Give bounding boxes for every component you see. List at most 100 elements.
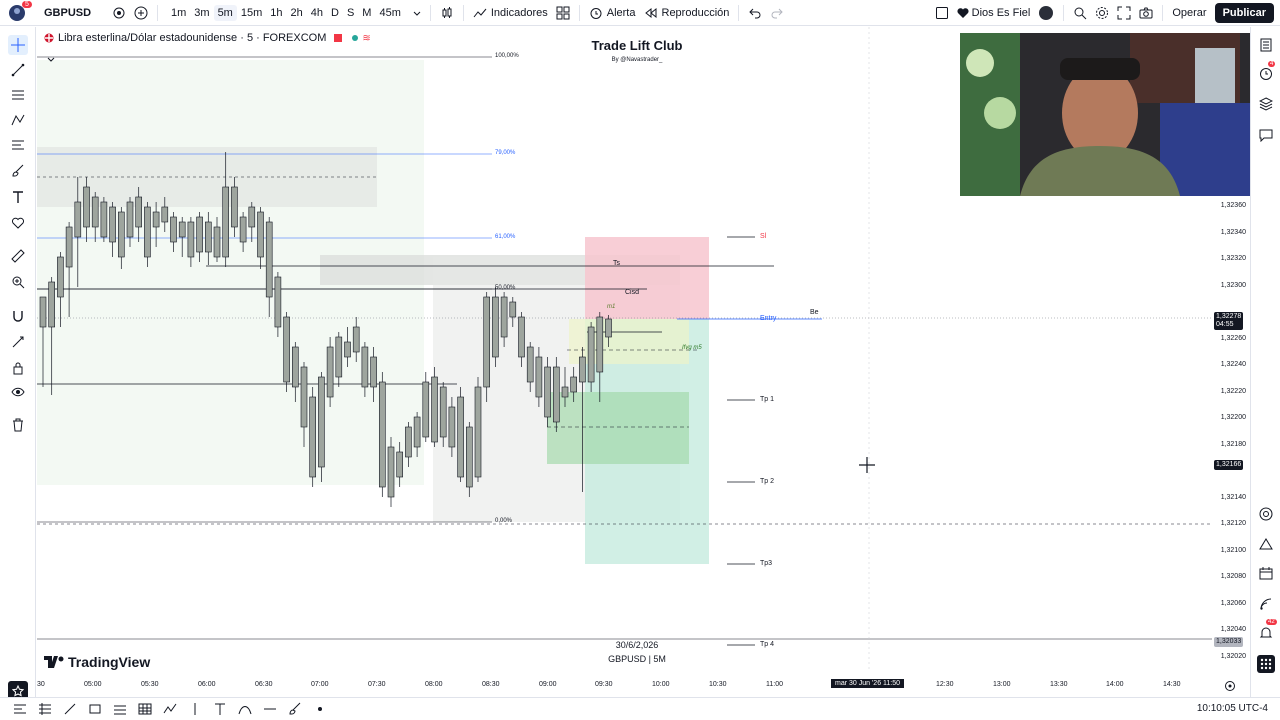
stay-drawing-icon[interactable]: [8, 332, 28, 352]
interval-2h[interactable]: 2h: [287, 5, 307, 21]
add-symbol-icon[interactable]: [130, 0, 152, 26]
vertical-line-icon[interactable]: [187, 702, 203, 719]
curve-icon[interactable]: [237, 702, 253, 719]
crosshair-tool-icon[interactable]: [8, 35, 28, 55]
price-scale[interactable]: 1,32360 1,32340 1,32320 1,32300 1,32260 1,322…: [1212, 27, 1250, 672]
time-axis-settings-icon[interactable]: [1224, 679, 1236, 697]
replay-button[interactable]: Reproducción: [640, 0, 734, 26]
text-icon[interactable]: [212, 702, 228, 719]
brush-tool-icon[interactable]: [8, 161, 28, 181]
fib-level-label: 50,00%: [495, 285, 516, 291]
interval-D[interactable]: D: [327, 5, 343, 21]
flag-icon: [44, 33, 54, 43]
fib-channel-icon[interactable]: [37, 702, 53, 719]
ts-label: Ts: [613, 260, 620, 267]
horizontal-line-icon[interactable]: [262, 702, 278, 719]
text-tool-icon[interactable]: [8, 187, 28, 207]
heart-icon[interactable]: [8, 213, 28, 233]
candle-body: [596, 316, 604, 373]
fullscreen-icon[interactable]: [1113, 0, 1135, 26]
interval-S[interactable]: S: [343, 5, 358, 21]
candle-body: [378, 381, 386, 488]
chart-legend[interactable]: Libra esterlina/Dólar estadounidense · 5…: [44, 32, 371, 44]
tp1-label: Tp 1: [760, 396, 775, 403]
entry-label: Entry: [760, 315, 777, 322]
symbol-search[interactable]: GBPUSD: [40, 0, 108, 26]
clock-display[interactable]: 10:10:05 UTC-4: [1197, 703, 1268, 714]
market-status-icon: [334, 34, 343, 42]
time-tick-label: 13:30: [1050, 681, 1068, 688]
watchlist-icon[interactable]: [108, 0, 130, 26]
chat-icon[interactable]: [1257, 126, 1275, 144]
rectangle-icon[interactable]: [87, 702, 103, 719]
parallel-lines-icon[interactable]: [112, 702, 128, 719]
candle-body: [561, 386, 569, 398]
interval-dropdown-icon[interactable]: [409, 0, 425, 26]
layers-icon[interactable]: [1257, 95, 1275, 113]
long-short-icon[interactable]: [12, 702, 28, 719]
target-icon[interactable]: [1257, 505, 1275, 523]
interval-M[interactable]: M: [358, 5, 375, 21]
legend-title: Libra esterlina/Dólar estadounidense · 5…: [58, 32, 327, 44]
fib-tool-icon[interactable]: [8, 85, 28, 105]
broadcast-icon[interactable]: [1257, 595, 1275, 613]
alarm-clock-icon: [590, 7, 602, 19]
legend-collapse-icon[interactable]: [47, 50, 55, 68]
interval-1h[interactable]: 1h: [266, 5, 286, 21]
line-icon[interactable]: [62, 702, 78, 719]
avatar[interactable]: 5: [0, 0, 32, 26]
candle-body: [370, 356, 377, 388]
lock-icon[interactable]: [8, 358, 28, 378]
path-icon[interactable]: [162, 702, 178, 719]
zoom-in-icon[interactable]: [8, 272, 28, 292]
interval-5m[interactable]: 5m: [213, 4, 237, 21]
eye-icon[interactable]: [8, 382, 28, 402]
watchlist-icon[interactable]: [1257, 36, 1275, 54]
right-toolbar: 4 42: [1250, 27, 1280, 697]
trendline-tool-icon[interactable]: [8, 60, 28, 80]
interval-15m[interactable]: 15m: [237, 5, 266, 21]
redo-icon[interactable]: [766, 0, 788, 26]
pattern-tool-icon[interactable]: [8, 110, 28, 130]
search-icon[interactable]: [1069, 0, 1091, 26]
trade-button[interactable]: Operar: [1168, 0, 1210, 26]
forecast-tool-icon[interactable]: [8, 135, 28, 155]
brush-icon[interactable]: [287, 702, 303, 719]
time-axis[interactable]: 30 05:00 05:30 06:00 06:30 07:00 07:30 08:00 08:…: [37, 676, 1212, 694]
interval-1m[interactable]: 1m: [167, 5, 190, 21]
undo-icon[interactable]: [744, 0, 766, 26]
candle-body: [48, 281, 55, 328]
entry-fvg-zone: [569, 319, 689, 364]
table-icon[interactable]: [137, 702, 153, 719]
trash-icon[interactable]: [8, 415, 28, 435]
color-dot-icon[interactable]: [1034, 0, 1058, 26]
layout-checkbox-icon[interactable]: [931, 0, 953, 26]
apps-grid-icon[interactable]: [1257, 655, 1275, 673]
indicators-button[interactable]: Indicadores: [469, 0, 552, 26]
interval-3m[interactable]: 3m: [190, 5, 213, 21]
layout-name-button[interactable]: Dios Es Fiel: [953, 0, 1035, 26]
layouts-grid-icon[interactable]: [552, 0, 574, 26]
settings-gear-icon[interactable]: [1091, 0, 1113, 26]
alerts-clock-icon[interactable]: 4: [1257, 61, 1276, 83]
price-tick-label: 1,32300: [1220, 281, 1246, 289]
magnet-icon[interactable]: [8, 306, 28, 326]
alert-button[interactable]: Alerta: [585, 0, 640, 26]
triangle-icon[interactable]: [1257, 535, 1275, 553]
notifications-bell-icon[interactable]: 42: [1257, 619, 1277, 642]
time-tick-label: 14:30: [1163, 681, 1181, 688]
camera-icon[interactable]: [1135, 0, 1157, 26]
time-tick-label: 30: [37, 681, 45, 688]
candle-type-icon[interactable]: [436, 0, 458, 26]
candle-body: [57, 256, 64, 298]
ruler-icon[interactable]: [8, 246, 28, 266]
candle-body: [413, 416, 421, 448]
tp4-label: Tp 4: [760, 641, 775, 648]
symbol-label[interactable]: GBPUSD: [44, 7, 104, 19]
interval-45m[interactable]: 45m: [375, 5, 404, 21]
calendar-icon[interactable]: [1257, 564, 1275, 582]
interval-4h[interactable]: 4h: [307, 5, 327, 21]
candle-body: [83, 186, 90, 228]
dot-icon[interactable]: [312, 702, 328, 719]
publish-button[interactable]: Publicar: [1214, 2, 1274, 23]
